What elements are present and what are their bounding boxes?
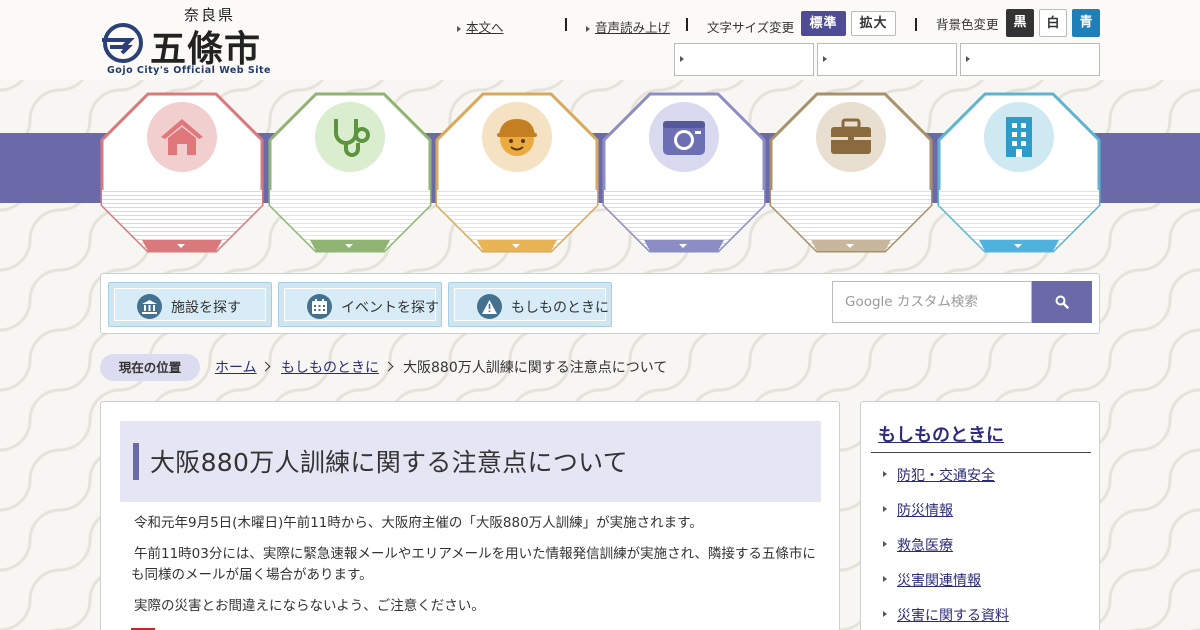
facility-search-label: 施設を探す [171, 300, 241, 316]
building-icon [984, 102, 1054, 172]
warning-icon [477, 294, 502, 319]
child-face-icon [482, 102, 552, 172]
bg-black-button[interactable]: 黒 [1006, 9, 1034, 37]
article-panel: 大阪880万人訓練に関する注意点について 令和元年9月5日(木曜日)午前11時か… [100, 401, 840, 630]
sidebar-item-disaster-info[interactable]: 防災情報 [883, 500, 953, 520]
nav-item-children[interactable] [435, 92, 599, 253]
chevron-down-icon [512, 244, 520, 248]
sidebar-title[interactable]: もしものときに [878, 421, 1004, 447]
nav-item-business[interactable] [769, 92, 933, 253]
quick-tools-bar: 施設を探す イベントを探す もしものときに Google カスタム検索 [100, 273, 1100, 334]
sidebar-item-crime-traffic[interactable]: 防犯・交通安全 [883, 465, 995, 485]
chevron-down-icon [679, 244, 687, 248]
translate-select-3[interactable] [960, 43, 1100, 76]
facility-search-button[interactable]: 施設を探す [108, 282, 272, 327]
camera-icon [649, 102, 719, 172]
chevron-right-icon [383, 361, 394, 372]
translate-select-2[interactable] [817, 43, 957, 76]
chevron-right-icon [260, 361, 271, 372]
calendar-icon [307, 294, 332, 319]
font-size-large-button[interactable]: 拡大 [851, 11, 896, 36]
site-search-input[interactable]: Google カスタム検索 [832, 281, 1032, 323]
sidebar-item-disaster-related[interactable]: 災害関連情報 [883, 570, 981, 590]
breadcrumb-home-link[interactable]: ホーム [215, 357, 257, 377]
page-title: 大阪880万人訓練に関する注意点について [150, 448, 628, 477]
briefcase-icon [816, 102, 886, 172]
translate-select-1[interactable] [674, 43, 814, 76]
nav-item-living[interactable] [100, 92, 264, 253]
sidebar-item-emergency-medical[interactable]: 救急医療 [883, 535, 953, 555]
article-paragraph-2: 午前11時03分には、実際に緊急速報メールやエリアメールを用いた情報発信訓練が実… [131, 546, 816, 583]
divider [915, 18, 917, 31]
chevron-down-icon [345, 244, 353, 248]
article-paragraph-3: 実際の災害とお間違えにならないよう、ご注意ください。 [134, 598, 485, 614]
nav-item-city-admin[interactable] [937, 92, 1101, 253]
emergency-button[interactable]: もしものときに [448, 282, 612, 327]
house-icon [147, 102, 217, 172]
font-size-label: 文字サイズ変更 [707, 20, 795, 35]
breadcrumb-parent-link[interactable]: もしものときに [281, 357, 379, 377]
search-button[interactable] [1032, 281, 1092, 323]
title-accent-bar [133, 443, 139, 480]
speech-reader-link[interactable]: 音声読み上げ [586, 17, 670, 36]
divider [565, 18, 567, 31]
breadcrumb-label: 現在の位置 [100, 354, 200, 381]
site-logo[interactable]: 奈良県 五條市 Gojo City's Official Web Site [100, 4, 275, 78]
stethoscope-icon [315, 102, 385, 172]
article-paragraph-1: 令和元年9月5日(木曜日)午前11時から、大阪府主催の「大阪880万人訓練」が実… [134, 515, 703, 531]
sidebar-item-disaster-documents[interactable]: 災害に関する資料 [883, 605, 1009, 625]
facility-icon [137, 294, 162, 319]
skip-to-content-link[interactable]: 本文へ [457, 17, 504, 36]
divider [871, 452, 1091, 453]
city-emblem-icon [102, 23, 143, 63]
event-search-button[interactable]: イベントを探す [278, 282, 442, 327]
article-title-box: 大阪880万人訓練に関する注意点について [120, 421, 821, 502]
bg-blue-button[interactable]: 青 [1072, 9, 1100, 37]
emergency-label: もしものときに [511, 300, 609, 316]
font-size-standard-button[interactable]: 標準 [801, 11, 846, 36]
search-icon [1055, 295, 1069, 309]
divider [686, 18, 688, 31]
nav-item-tourism[interactable] [602, 92, 766, 253]
chevron-down-icon [1014, 244, 1022, 248]
bg-white-button[interactable]: 白 [1039, 9, 1067, 37]
site-subtitle: Gojo City's Official Web Site [107, 65, 271, 76]
event-search-label: イベントを探す [341, 300, 439, 316]
breadcrumb-current: 大阪880万人訓練に関する注意点について [403, 360, 668, 376]
nav-item-health[interactable] [268, 92, 432, 253]
chevron-down-icon [846, 244, 854, 248]
sidebar: もしものときに 防犯・交通安全 防災情報 救急医療 災害関連情報 災害に関する資… [860, 401, 1100, 630]
bg-color-label: 背景色変更 [936, 17, 999, 32]
chevron-down-icon [177, 244, 185, 248]
